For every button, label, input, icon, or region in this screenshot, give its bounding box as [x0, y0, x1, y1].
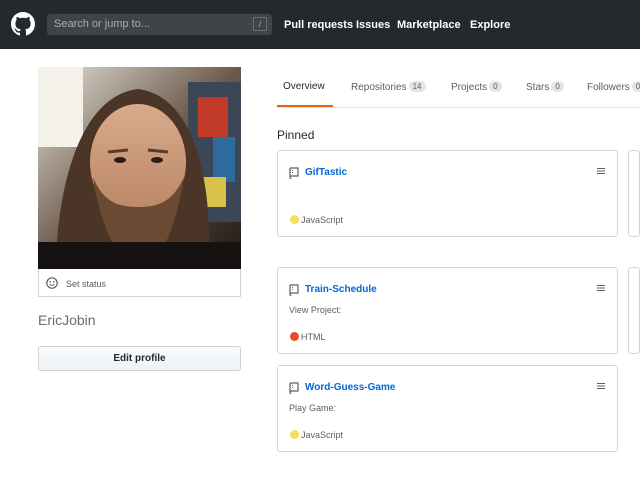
tab-stars[interactable]: Stars 0: [526, 81, 564, 93]
avatar-photo: [38, 67, 241, 269]
profile-avatar[interactable]: [38, 67, 241, 269]
tab-followers-label: Followers: [587, 82, 630, 93]
pinned-repo-card: Word-Guess-Game Play Game: JavaScript: [277, 365, 618, 452]
nav-explore[interactable]: Explore: [470, 19, 510, 31]
pinned-repo-card-partial: [628, 150, 640, 237]
drag-handle-icon[interactable]: [597, 284, 605, 292]
drag-handle-icon[interactable]: [597, 382, 605, 390]
tab-followers[interactable]: Followers 0: [587, 81, 640, 93]
repo-link[interactable]: Train-Schedule: [305, 284, 377, 295]
tab-overview[interactable]: Overview: [283, 81, 325, 92]
search-shortcut-key: /: [253, 17, 267, 31]
tab-projects-label: Projects: [451, 82, 488, 93]
repo-link[interactable]: Word-Guess-Game: [305, 382, 395, 393]
language-color-dot: [290, 332, 299, 341]
repo-description: View Project:: [289, 305, 342, 315]
search-placeholder: Search or jump to...: [54, 18, 150, 30]
repo-icon: [289, 284, 299, 296]
tab-stars-label: Stars: [526, 82, 550, 93]
repo-language: JavaScript: [301, 215, 344, 225]
set-status-button[interactable]: Set status: [38, 269, 241, 297]
profile-username: EricJobin: [38, 312, 96, 328]
nav-issues[interactable]: Issues: [356, 19, 390, 31]
github-logo-icon[interactable]: [11, 12, 35, 36]
nav-marketplace[interactable]: Marketplace: [397, 19, 461, 31]
repo-link[interactable]: GifTastic: [305, 167, 347, 178]
tabs-divider: [277, 107, 640, 108]
search-input[interactable]: Search or jump to... /: [47, 14, 272, 35]
tab-projects[interactable]: Projects 0: [451, 81, 502, 93]
pinned-repo-card: Train-Schedule View Project: HTML: [277, 267, 618, 354]
repo-description: Play Game:: [289, 403, 337, 413]
followers-count: 0: [631, 81, 640, 92]
language-color-dot: [290, 215, 299, 224]
tab-overview-label: Overview: [283, 81, 325, 92]
pinned-heading: Pinned: [277, 128, 315, 142]
nav-pull-requests[interactable]: Pull requests: [284, 19, 353, 31]
tab-repositories[interactable]: Repositories 14: [351, 81, 426, 93]
pinned-repo-card-partial: [628, 267, 640, 354]
top-header: Search or jump to... / Pull requests Iss…: [0, 0, 640, 49]
edit-profile-button[interactable]: Edit profile: [38, 346, 241, 371]
smiley-icon: [46, 277, 58, 289]
repo-language: JavaScript: [301, 430, 344, 440]
stars-count: 0: [551, 81, 564, 92]
repositories-count: 14: [408, 81, 426, 92]
repo-icon: [289, 167, 299, 179]
drag-handle-icon[interactable]: [597, 167, 605, 175]
language-color-dot: [290, 430, 299, 439]
pinned-repo-card: GifTastic JavaScript: [277, 150, 618, 237]
repo-language: HTML: [301, 332, 326, 342]
tab-repositories-label: Repositories: [351, 82, 407, 93]
repo-icon: [289, 382, 299, 394]
projects-count: 0: [489, 81, 502, 92]
set-status-label: Set status: [66, 279, 107, 289]
